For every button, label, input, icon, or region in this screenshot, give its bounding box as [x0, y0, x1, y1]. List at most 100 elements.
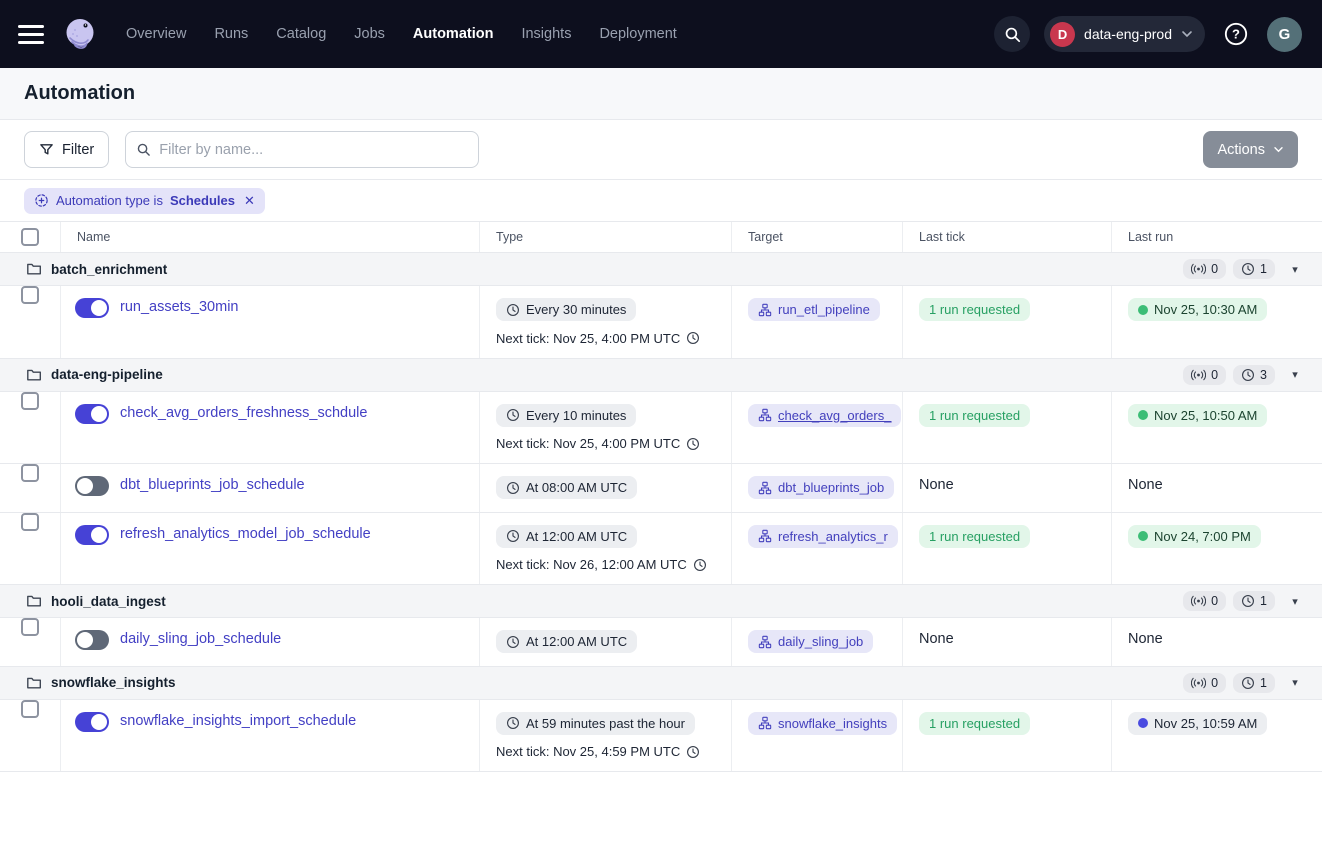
nav-item-automation[interactable]: Automation [413, 26, 494, 42]
group-collapse-caret[interactable]: ▾ [1282, 263, 1308, 276]
job-icon [758, 481, 772, 495]
nav-item-overview[interactable]: Overview [126, 26, 186, 42]
schedule-type-pill: At 08:00 AM UTC [496, 476, 637, 499]
table-row: daily_sling_job_schedule At 12:00 AM UTC… [0, 618, 1322, 667]
filter-chip-automation-type[interactable]: Automation type is Schedules ✕ [24, 188, 265, 214]
run-status-dot [1138, 305, 1148, 315]
target-name: snowflake_insights [778, 716, 887, 731]
schedule-name-link[interactable]: check_avg_orders_freshness_schdule [120, 405, 367, 421]
table-row: check_avg_orders_freshness_schdule Every… [0, 392, 1322, 465]
nav-item-runs[interactable]: Runs [214, 26, 248, 42]
deployment-selector[interactable]: D data-eng-prod [1044, 16, 1205, 52]
table-row: snowflake_insights_import_schedule At 59… [0, 700, 1322, 773]
clock-icon [506, 408, 520, 422]
select-all-checkbox[interactable] [21, 228, 39, 246]
schedule-name-link[interactable]: dbt_blueprints_job_schedule [120, 477, 305, 493]
target-job-pill[interactable]: run_etl_pipeline [748, 298, 880, 321]
folder-icon [26, 675, 42, 691]
schedule-type-pill: At 12:00 AM UTC [496, 630, 637, 653]
last-run-time: Nov 25, 10:59 AM [1154, 716, 1257, 731]
nav-item-deployment[interactable]: Deployment [599, 26, 676, 42]
nav-item-jobs[interactable]: Jobs [354, 26, 385, 42]
actions-button[interactable]: Actions [1203, 131, 1298, 168]
last-tick-status-pill[interactable]: 1 run requested [919, 298, 1030, 321]
nav-item-insights[interactable]: Insights [521, 26, 571, 42]
timezone-clock-icon[interactable] [686, 331, 700, 345]
nav-item-catalog[interactable]: Catalog [276, 26, 326, 42]
help-button[interactable]: ? [1219, 17, 1253, 51]
next-tick-label: Next tick: Nov 25, 4:00 PM UTC [496, 436, 680, 451]
run-status-dot [1138, 718, 1148, 728]
next-tick: Next tick: Nov 25, 4:00 PM UTC [496, 331, 715, 346]
schedule-name-link[interactable]: snowflake_insights_import_schedule [120, 713, 356, 729]
target-job-pill[interactable]: daily_sling_job [748, 630, 873, 653]
schedule-name-link[interactable]: daily_sling_job_schedule [120, 631, 281, 647]
target-job-pill[interactable]: refresh_analytics_r [748, 525, 898, 548]
schedule-toggle[interactable] [75, 476, 109, 496]
job-icon [758, 716, 772, 730]
schedule-toggle[interactable] [75, 404, 109, 424]
schedule-toggle[interactable] [75, 712, 109, 732]
last-tick-status-pill[interactable]: 1 run requested [919, 712, 1030, 735]
search-button[interactable] [994, 16, 1030, 52]
column-header-last-tick: Last tick [903, 222, 1112, 252]
folder-icon [26, 261, 42, 277]
chevron-down-icon [1273, 146, 1284, 153]
schedule-toggle[interactable] [75, 298, 109, 318]
timezone-clock-icon[interactable] [686, 745, 700, 759]
last-tick-status-pill[interactable]: 1 run requested [919, 404, 1030, 427]
row-checkbox[interactable] [21, 700, 39, 718]
group-collapse-caret[interactable]: ▾ [1282, 595, 1308, 608]
chevron-down-icon [1181, 30, 1193, 38]
svg-text:?: ? [1232, 27, 1240, 42]
target-name: dbt_blueprints_job [778, 480, 884, 495]
schedule-cron-label: At 59 minutes past the hour [526, 716, 685, 731]
schedule-toggle[interactable] [75, 525, 109, 545]
schedule-cron-label: Every 10 minutes [526, 408, 626, 423]
group-collapse-caret[interactable]: ▾ [1282, 368, 1308, 381]
next-tick-label: Next tick: Nov 25, 4:00 PM UTC [496, 331, 680, 346]
close-icon[interactable]: ✕ [244, 193, 255, 209]
name-filter-input[interactable] [159, 142, 468, 158]
active-filters-row: Automation type is Schedules ✕ [0, 180, 1322, 222]
schedule-toggle[interactable] [75, 630, 109, 650]
timezone-clock-icon[interactable] [686, 437, 700, 451]
last-run-pill[interactable]: Nov 25, 10:50 AM [1128, 404, 1267, 427]
sensor-icon [1191, 263, 1206, 275]
row-checkbox[interactable] [21, 513, 39, 531]
target-job-pill[interactable]: dbt_blueprints_job [748, 476, 894, 499]
schedule-name-link[interactable]: run_assets_30min [120, 299, 239, 315]
row-checkbox[interactable] [21, 392, 39, 410]
sensor-icon [1191, 595, 1206, 607]
filter-button[interactable]: Filter [24, 131, 109, 168]
primary-nav: Overview Runs Catalog Jobs Automation In… [126, 26, 677, 42]
filter-chip-value: Schedules [170, 193, 235, 208]
group-row-hooli-data-ingest[interactable]: hooli_data_ingest 0 1 ▾ [0, 585, 1322, 618]
target-job-pill[interactable]: snowflake_insights [748, 712, 897, 735]
hamburger-menu-icon[interactable] [18, 25, 44, 44]
group-row-snowflake-insights[interactable]: snowflake_insights 0 1 ▾ [0, 667, 1322, 700]
row-checkbox[interactable] [21, 286, 39, 304]
last-run-pill[interactable]: Nov 25, 10:59 AM [1128, 712, 1267, 735]
target-job-pill[interactable]: check_avg_orders_ [748, 404, 901, 427]
user-avatar[interactable]: G [1267, 17, 1302, 52]
last-run-pill[interactable]: Nov 25, 10:30 AM [1128, 298, 1267, 321]
group-name: snowflake_insights [51, 675, 176, 690]
row-checkbox[interactable] [21, 464, 39, 482]
sensor-count: 0 [1211, 594, 1218, 608]
dagster-logo-icon[interactable] [60, 14, 100, 54]
schedule-cron-label: At 12:00 AM UTC [526, 634, 627, 649]
job-icon [758, 303, 772, 317]
group-row-data-eng-pipeline[interactable]: data-eng-pipeline 0 3 ▾ [0, 359, 1322, 392]
schedule-name-link[interactable]: refresh_analytics_model_job_schedule [120, 526, 371, 542]
last-run-pill[interactable]: Nov 24, 7:00 PM [1128, 525, 1261, 548]
last-run-time: Nov 24, 7:00 PM [1154, 529, 1251, 544]
sensor-count-badge: 0 [1183, 673, 1226, 693]
row-checkbox[interactable] [21, 618, 39, 636]
search-icon [1004, 26, 1021, 43]
last-tick-status-pill[interactable]: 1 run requested [919, 525, 1030, 548]
group-collapse-caret[interactable]: ▾ [1282, 676, 1308, 689]
group-row-batch-enrichment[interactable]: batch_enrichment 0 1 ▾ [0, 253, 1322, 286]
clock-icon [506, 303, 520, 317]
timezone-clock-icon[interactable] [693, 558, 707, 572]
